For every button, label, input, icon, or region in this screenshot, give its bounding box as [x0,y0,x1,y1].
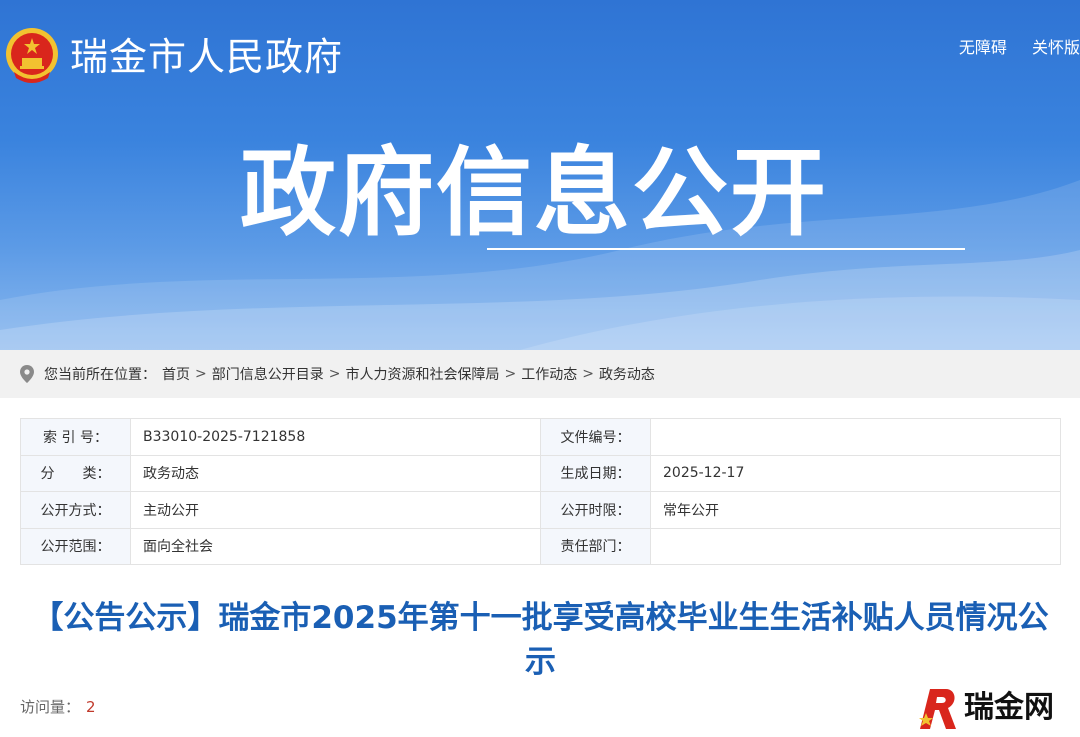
view-count: 访问量： 2 [20,696,96,717]
document-info-table: 索 引 号： B33010-2025-7121858 文件编号： 分 类： 政务… [20,418,1061,565]
elder-care-mode-link[interactable]: 关怀版 [1032,38,1080,57]
header-banner: 瑞金市人民政府 无障碍 关怀版 政府信息公开 [0,0,1080,350]
breadcrumb-gov-news[interactable]: 政务动态 [599,364,655,384]
table-row: 索 引 号： B33010-2025-7121858 文件编号： [20,418,1061,456]
breadcrumb-separator: > [328,366,341,382]
disclosure-method-label: 公开方式： [20,491,131,529]
breadcrumb-separator: > [504,366,517,382]
location-pin-icon [20,365,34,383]
responsible-dept-label: 责任部门： [540,527,651,565]
created-date-label: 生成日期： [540,454,651,492]
table-row: 公开方式： 主动公开 公开时限： 常年公开 [20,491,1061,529]
breadcrumb-separator: > [195,366,207,382]
index-number-label: 索 引 号： [20,418,131,456]
breadcrumb-work-news[interactable]: 工作动态 [521,364,577,384]
document-number-label: 文件编号： [540,418,651,456]
view-count-value: 2 [86,698,96,716]
created-date-value: 2025-12-17 [650,454,1061,492]
article-title: 【公告公示】瑞金市2025年第十一批享受高校毕业生生活补贴人员情况公示 [32,600,1049,680]
top-links: 无障碍 关怀版 [939,34,1080,58]
view-count-label: 访问量： [20,698,81,716]
banner-title: 政府信息公开 [240,137,828,249]
document-number-value [650,418,1061,456]
index-number-value: B33010-2025-7121858 [130,418,541,456]
table-row: 公开范围： 面向全社会 责任部门： [20,527,1061,565]
watermark-logo: 瑞金网 [912,683,1072,733]
disclosure-scope-label: 公开范围： [20,527,131,565]
responsible-dept-value [650,527,1061,565]
site-name[interactable]: 瑞金市人民政府 [70,32,343,82]
breadcrumb-hrss-bureau[interactable]: 市人力资源和社会保障局 [345,364,499,384]
watermark-text: 瑞金网 [964,690,1054,725]
disclosure-period-value: 常年公开 [650,491,1061,529]
category-label: 分 类： [20,454,131,492]
category-value: 政务动态 [130,454,541,492]
ruijin-logo-icon [919,689,956,729]
national-emblem-icon [6,28,58,83]
breadcrumb-home[interactable]: 首页 [162,364,190,384]
disclosure-scope-value: 面向全社会 [130,527,541,565]
breadcrumb-separator: > [582,366,594,382]
breadcrumb-prefix: 您当前所在位置： [44,367,156,383]
disclosure-method-value: 主动公开 [130,491,541,529]
breadcrumb: 您当前所在位置： 首页 > 部门信息公开目录 > 市人力资源和社会保障局 > 工… [0,350,1080,398]
breadcrumb-dept-catalog[interactable]: 部门信息公开目录 [212,364,324,384]
table-row: 分 类： 政务动态 生成日期： 2025-12-17 [20,454,1061,492]
disclosure-period-label: 公开时限： [540,491,651,529]
accessibility-link[interactable]: 无障碍 [959,38,1007,57]
banner-underline [487,248,965,250]
